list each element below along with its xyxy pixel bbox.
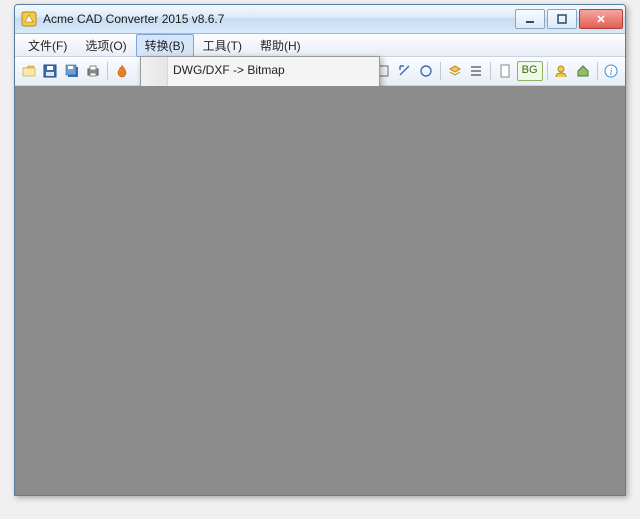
convert-menu-item[interactable]: DWG/DXF -> Bitmap bbox=[143, 59, 377, 81]
layers-icon[interactable] bbox=[445, 60, 465, 82]
menu-options[interactable]: 选项(O) bbox=[76, 34, 135, 57]
toolbar-separator bbox=[107, 62, 108, 80]
home-icon[interactable] bbox=[573, 60, 593, 82]
menu-help[interactable]: 帮助(H) bbox=[251, 34, 310, 57]
svg-text:i: i bbox=[610, 67, 613, 78]
close-button[interactable] bbox=[579, 9, 623, 29]
menu-file[interactable]: 文件(F) bbox=[19, 34, 76, 57]
menu-tools[interactable]: 工具(T) bbox=[194, 34, 251, 57]
page-icon[interactable] bbox=[495, 60, 515, 82]
flame-icon[interactable] bbox=[112, 60, 132, 82]
window-title: Acme CAD Converter 2015 v8.6.7 bbox=[43, 12, 515, 26]
titlebar: Acme CAD Converter 2015 v8.6.7 bbox=[15, 5, 625, 34]
list-icon[interactable] bbox=[467, 60, 487, 82]
open-file-icon[interactable] bbox=[19, 60, 39, 82]
toolbar-separator bbox=[597, 62, 598, 80]
maximize-button[interactable] bbox=[547, 9, 577, 29]
menubar: 文件(F) 选项(O) 转换(B) 工具(T) 帮助(H) DWG/DXF ->… bbox=[15, 34, 625, 57]
menu-convert[interactable]: 转换(B) bbox=[136, 34, 194, 57]
desktop: Acme CAD Converter 2015 v8.6.7 文件(F) 选项(… bbox=[0, 0, 640, 519]
tool-icon-3[interactable] bbox=[417, 60, 437, 82]
app-icon bbox=[21, 11, 37, 27]
bg-button[interactable]: BG bbox=[517, 61, 543, 81]
toolbar-separator bbox=[547, 62, 548, 80]
app-window: Acme CAD Converter 2015 v8.6.7 文件(F) 选项(… bbox=[14, 4, 626, 496]
save-all-icon[interactable] bbox=[62, 60, 82, 82]
toolbar-separator bbox=[490, 62, 491, 80]
user-icon[interactable] bbox=[551, 60, 571, 82]
save-icon[interactable] bbox=[41, 60, 61, 82]
info-icon[interactable]: i bbox=[601, 60, 621, 82]
window-buttons bbox=[515, 9, 623, 29]
menu-item-label: DWG/DXF -> Bitmap bbox=[173, 63, 285, 77]
print-icon[interactable] bbox=[84, 60, 104, 82]
tool-icon-2[interactable] bbox=[395, 60, 415, 82]
toolbar-separator bbox=[440, 62, 441, 80]
minimize-button[interactable] bbox=[515, 9, 545, 29]
canvas-area bbox=[15, 86, 625, 495]
